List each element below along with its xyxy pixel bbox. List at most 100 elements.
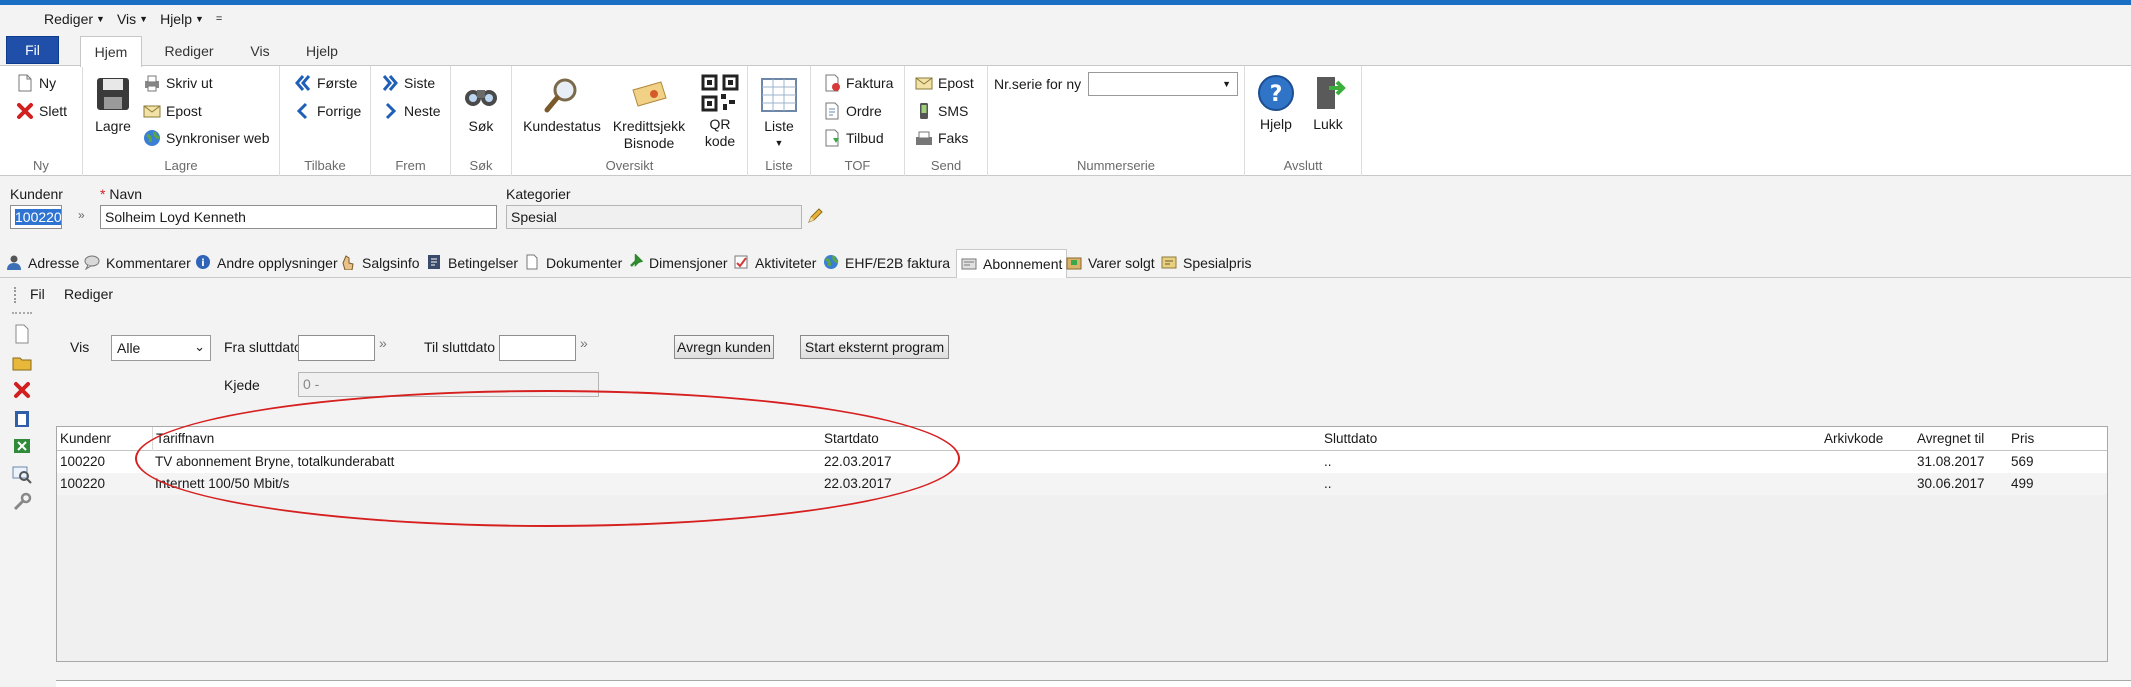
qat-hjelp-menu[interactable]: Hjelp ▼ (160, 11, 204, 27)
tab-kommentarer[interactable]: Kommentarer (84, 250, 191, 276)
tab-spesialpris[interactable]: Spesialpris (1161, 250, 1251, 276)
new-button-label: Ny (39, 75, 57, 91)
tab-rediger[interactable]: Rediger (152, 36, 226, 66)
speech-bubble-icon (84, 254, 102, 272)
excel-icon[interactable] (12, 436, 32, 456)
qr-code-button[interactable]: QR kode (698, 74, 742, 150)
to-end-date-label: Til sluttdato (424, 339, 496, 355)
list-button[interactable]: Liste ▼ (758, 76, 800, 152)
qat-customize[interactable]: = (216, 13, 222, 25)
new-document-icon[interactable] (12, 324, 32, 344)
tab-dokumenter[interactable]: Dokumenter (524, 250, 622, 276)
print-button[interactable]: Skriv ut (143, 74, 213, 92)
close-button[interactable]: Lukk (1307, 74, 1349, 133)
table-row[interactable]: 100220 TV abonnement Bryne, totalkundera… (57, 451, 2107, 473)
binoculars-icon (462, 76, 500, 114)
name-field[interactable]: Solheim Loyd Kenneth (100, 205, 497, 229)
group-send: Epost SMS Faks Send (905, 66, 988, 176)
delete-button[interactable]: Slett (16, 102, 67, 120)
person-icon (6, 254, 24, 272)
tab-betingelser-label: Betingelser (448, 255, 519, 271)
double-chevron-right-icon[interactable]: » (580, 335, 588, 351)
group-label-tilbake: Tilbake (304, 158, 346, 173)
open-folder-icon[interactable] (12, 352, 32, 372)
previous-button[interactable]: Forrige (294, 102, 361, 120)
table-row[interactable]: 100220 Internett 100/50 Mbit/s 22.03.201… (57, 473, 2107, 495)
preview-icon[interactable] (12, 464, 32, 484)
sub-menu-rediger[interactable]: Rediger (64, 286, 113, 302)
tab-dokumenter-label: Dokumenter (546, 255, 623, 271)
customer-status-button-label: Kundestatus (523, 118, 601, 134)
order-button[interactable]: Ordre (823, 102, 882, 120)
cell-arkivkode (1821, 451, 1827, 457)
number-series-select[interactable]: ▼ (1088, 72, 1238, 96)
tab-andre-opplysninger[interactable]: i Andre opplysninger (195, 250, 338, 276)
customer-status-button[interactable]: Kundestatus (522, 76, 602, 135)
next-button[interactable]: Neste (381, 102, 441, 120)
credit-check-button[interactable]: Kredittsjekk Bisnode (608, 76, 690, 152)
tab-fil[interactable]: Fil (6, 36, 59, 64)
tab-adresse[interactable]: Adresse (6, 250, 79, 276)
column-header-startdato[interactable]: Startdato (821, 427, 1321, 451)
start-external-program-button[interactable]: Start eksternt program (800, 335, 949, 359)
customer-number-field[interactable]: 100220 (10, 205, 62, 229)
double-chevron-right-icon[interactable]: » (379, 335, 387, 351)
next-button-label: Neste (404, 103, 441, 119)
last-button-label: Siste (404, 75, 436, 91)
tab-dimensjoner[interactable]: Dimensjoner (627, 250, 728, 276)
to-end-date-input[interactable] (499, 335, 576, 361)
email-button-label: Epost (166, 103, 202, 119)
search-button[interactable]: Søk (461, 76, 501, 135)
qat-rediger-menu[interactable]: Rediger ▼ (44, 11, 105, 27)
tab-abonnement[interactable]: Abonnement (956, 249, 1068, 278)
column-header-kundenr[interactable]: Kundenr (57, 427, 152, 451)
sync-web-button[interactable]: Synkroniser web (143, 129, 270, 147)
tab-hjelp[interactable]: Hjelp (296, 36, 348, 66)
offer-button[interactable]: Tilbud (823, 129, 884, 147)
from-end-date-input[interactable] (298, 335, 375, 361)
group-avslutt: ? Hjelp Lukk Avslutt (1245, 66, 1362, 176)
tab-varer-solgt[interactable]: Varer solgt (1066, 250, 1155, 276)
settle-customer-button[interactable]: Avregn kunden (674, 335, 774, 359)
email-button[interactable]: Epost (143, 102, 202, 120)
send-sms-button[interactable]: SMS (915, 102, 968, 120)
tab-aktiviteter[interactable]: Aktiviteter (733, 250, 816, 276)
pencil-icon[interactable] (806, 207, 824, 225)
delete-button-label: Slett (39, 103, 68, 119)
tab-salgsinfo[interactable]: Salgsinfo (340, 250, 420, 276)
group-tof: Faktura Ordre Tilbud TOF (811, 66, 905, 176)
cell-startdato: 22.03.2017 (824, 454, 892, 469)
send-email-button[interactable]: Epost (915, 74, 974, 92)
new-button[interactable]: Ny (16, 74, 56, 92)
sync-web-button-label: Synkroniser web (166, 130, 270, 146)
tab-vis[interactable]: Vis (236, 36, 284, 66)
tab-salgsinfo-label: Salgsinfo (362, 255, 420, 271)
tab-hjem[interactable]: Hjem (80, 36, 142, 67)
qat-vis-menu[interactable]: Vis ▼ (117, 11, 148, 27)
wrench-icon[interactable] (12, 492, 32, 512)
column-header-arkivkode[interactable]: Arkivkode (1821, 427, 1913, 451)
double-chevron-right-icon[interactable]: » (78, 208, 85, 222)
number-series-caption: Nr.serie for ny (994, 76, 1082, 92)
vis-select[interactable]: Alle ⌄ (111, 335, 211, 361)
column-header-pris[interactable]: Pris (2008, 427, 2098, 451)
delete-icon[interactable] (12, 380, 32, 400)
column-header-sluttdato[interactable]: Sluttdato (1321, 427, 1775, 451)
sub-menu-fil[interactable]: Fil (30, 286, 45, 302)
grip-handle (14, 287, 17, 303)
save-button[interactable]: Lagre (93, 76, 133, 135)
first-button[interactable]: Første (294, 74, 357, 92)
group-label-nummerserie: Nummerserie (1076, 158, 1155, 173)
send-fax-button[interactable]: Faks (915, 129, 968, 147)
help-button[interactable]: ? Hjelp (1255, 74, 1297, 133)
horizontal-scrollbar[interactable] (56, 680, 2131, 687)
invoice-icon (823, 74, 841, 92)
column-header-tariffnavn[interactable]: Tariffnavn (152, 427, 815, 451)
tab-ehf-faktura[interactable]: EHF/E2B faktura (823, 250, 950, 276)
tab-betingelser[interactable]: Betingelser (426, 250, 518, 276)
clipboard-icon[interactable] (12, 408, 32, 428)
invoice-button[interactable]: Faktura (823, 74, 893, 92)
last-button[interactable]: Siste (381, 74, 435, 92)
column-header-avregnet-til[interactable]: Avregnet til (1914, 427, 2008, 451)
customer-header: Kundenr 100220 » * Navn Solheim Loyd Ken… (0, 176, 2131, 244)
